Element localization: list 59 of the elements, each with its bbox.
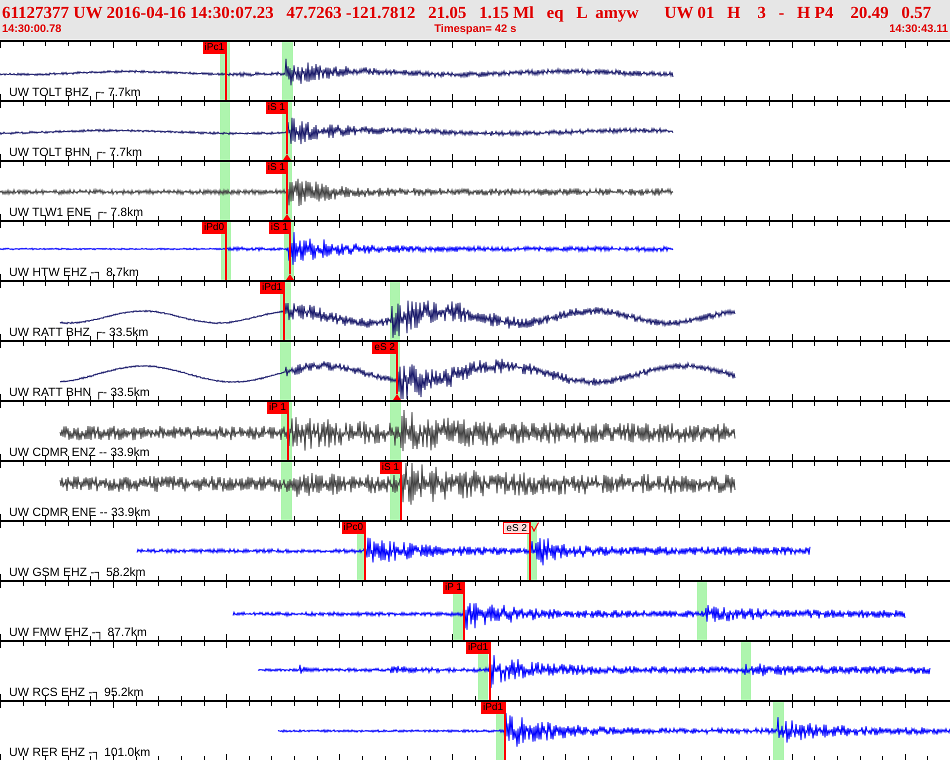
- pick-line[interactable]: [225, 222, 227, 280]
- channel-label: UW CDMR ENE -- 33.9km: [9, 506, 150, 519]
- seismogram-panel[interactable]: iS 1 UW CDMR ENE -- 33.9km: [0, 460, 950, 520]
- timespan-label: Timespan= 42 s: [434, 23, 516, 36]
- pick-flag[interactable]: iPd0: [202, 222, 226, 234]
- pick-line[interactable]: [287, 402, 289, 460]
- seismogram-panel[interactable]: iPd1 UW RATT BHZ ┌- 33.5km: [0, 280, 950, 340]
- pick-line[interactable]: [529, 522, 531, 580]
- pick-flag[interactable]: iPc1: [202, 42, 226, 54]
- channel-label: UW CDMR ENZ -- 33.9km: [9, 446, 150, 459]
- channel-label: UW FMW EHZ -┐ 87.7km: [9, 626, 147, 639]
- time-window-band: [697, 582, 707, 640]
- seismogram-panel[interactable]: iP 1 UW CDMR ENZ -- 33.9km: [0, 400, 950, 460]
- time-window-band: [280, 342, 291, 400]
- pick-line[interactable]: [364, 522, 366, 580]
- pick-line[interactable]: [225, 42, 227, 100]
- pick-flag[interactable]: iPd1: [480, 702, 505, 714]
- pick-flag[interactable]: eS 2: [372, 342, 397, 354]
- channel-label: UW RATT BHN ┌- 33.5km: [9, 386, 150, 399]
- time-window-band: [281, 462, 292, 520]
- pick-flag[interactable]: iPd1: [466, 642, 490, 654]
- pick-flag[interactable]: eS 2: [503, 522, 530, 534]
- pick-line[interactable]: [400, 462, 402, 520]
- seismogram-panel[interactable]: iS 1 UW TOLT BHN ┌- 7.7km: [0, 100, 950, 160]
- seismogram-panel[interactable]: iPc1 UW TOLT BHZ ┌- 7.7km: [0, 40, 950, 100]
- pick-flag[interactable]: iS 1: [268, 222, 290, 234]
- pick-flag[interactable]: iS 1: [266, 102, 287, 114]
- time-window-band: [741, 642, 751, 700]
- channel-label: UW TLW1 ENE ┌- 7.8km: [9, 206, 144, 219]
- time-window-band: [220, 102, 230, 160]
- pick-flag[interactable]: iPc0: [342, 522, 365, 534]
- check-icon: [531, 522, 539, 532]
- channel-label: UW TOLT BHZ ┌- 7.7km: [9, 86, 141, 99]
- channel-label: UW TOLT BHN ┌- 7.7km: [9, 146, 142, 159]
- start-time: 14:30:00.78: [2, 23, 62, 36]
- pick-flag[interactable]: iPd1: [260, 282, 284, 294]
- channel-label: UW RER EHZ -┐ 101.0km: [9, 746, 150, 759]
- pick-line[interactable]: [504, 702, 506, 760]
- channel-label: UW RATT BHZ ┌- 33.5km: [9, 326, 148, 339]
- channel-label: UW RCS EHZ -┐ 95.2km: [9, 686, 144, 699]
- seismogram-panel[interactable]: iP 1 UW FMW EHZ -┐ 87.7km: [0, 580, 950, 640]
- pick-flag[interactable]: iS 1: [266, 162, 287, 174]
- channel-label: UW HTW EHZ -┐ 8.7km: [9, 266, 139, 279]
- pick-flag[interactable]: iS 1: [380, 462, 401, 474]
- pick-line[interactable]: [463, 582, 465, 640]
- event-summary: 61127377 UW 2016-04-16 14:30:07.23 47.7263 -121.7812 21.05 1.15 Ml eq L amyw UW 01 H 3 - H P4 20.49 0.57: [2, 3, 932, 22]
- seismogram-panel[interactable]: iPd0 iS 1 UW HTW EHZ -┐ 8.7km: [0, 220, 950, 280]
- seismogram-panel[interactable]: iPd1 UW RCS EHZ -┐ 95.2km: [0, 640, 950, 700]
- seismogram-panel[interactable]: iPc0 eS 2 UW GSM EHZ -┐ 58.2km: [0, 520, 950, 580]
- pick-flag[interactable]: iP 1: [266, 402, 288, 414]
- end-time: 14:30:43.11: [889, 23, 948, 36]
- seismogram-panel[interactable]: iPd1 UW RER EHZ -┐ 101.0km: [0, 700, 950, 760]
- pick-flag[interactable]: iP 1: [442, 582, 464, 594]
- seismogram-panel[interactable]: eS 2 UW RATT BHN ┌- 33.5km: [0, 340, 950, 400]
- channel-label: UW GSM EHZ -┐ 58.2km: [9, 566, 146, 579]
- pick-line[interactable]: [489, 642, 491, 700]
- seismogram-panel[interactable]: iS 1 UW TLW1 ENE ┌- 7.8km: [0, 160, 950, 220]
- pick-line[interactable]: [283, 282, 285, 340]
- time-window-band: [220, 162, 230, 220]
